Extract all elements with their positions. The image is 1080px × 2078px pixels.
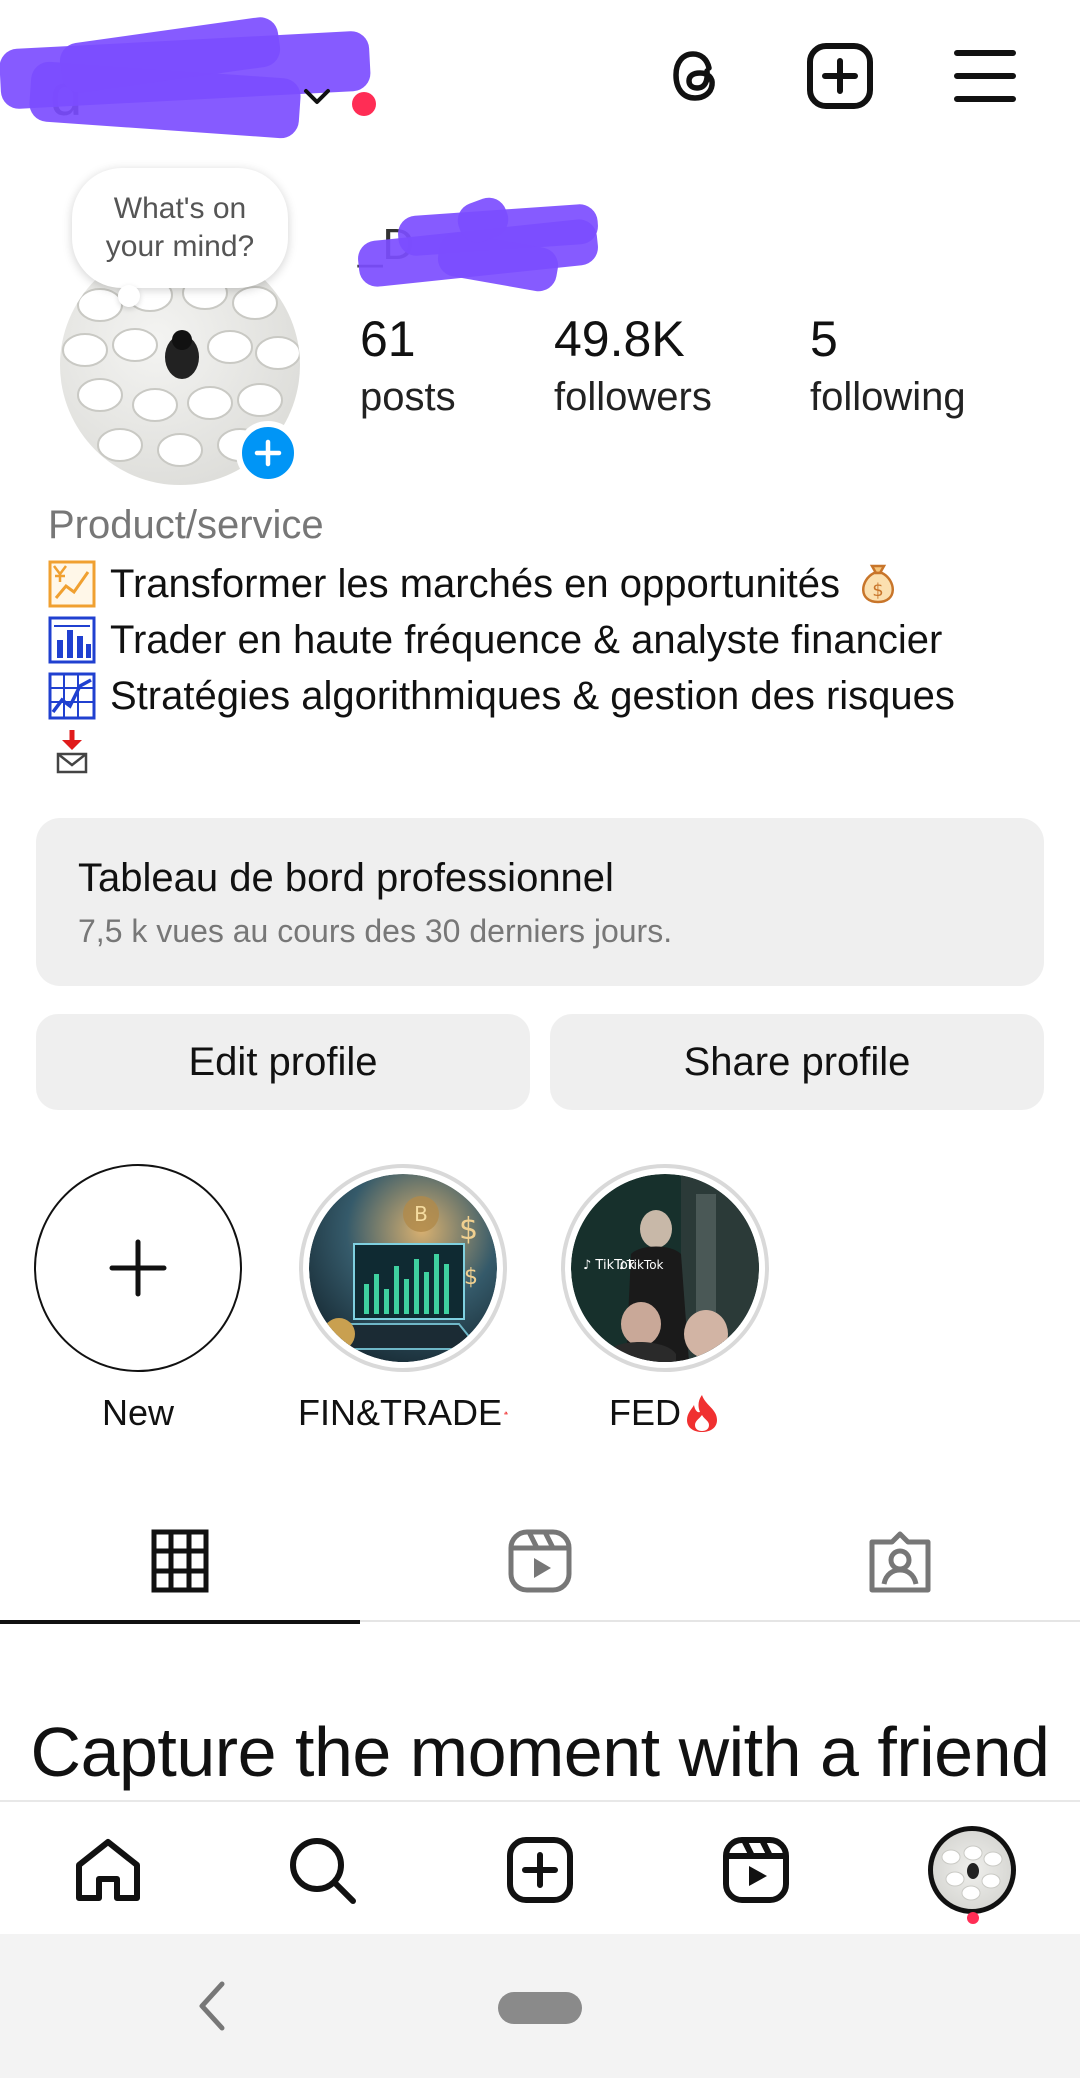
stat-followers[interactable]: 49.8K followers	[554, 310, 712, 422]
note-text: What's on your mind?	[105, 192, 255, 263]
back-icon[interactable]	[192, 1978, 232, 2034]
nav-reels[interactable]	[706, 1820, 806, 1920]
grid-icon	[151, 1529, 209, 1593]
create-icon	[507, 1837, 573, 1903]
followers-label: followers	[554, 375, 712, 419]
chevron-down-icon[interactable]	[300, 80, 334, 114]
highlight-new[interactable]: New	[33, 1164, 243, 1434]
home-icon	[76, 1839, 140, 1901]
nav-create[interactable]	[490, 1820, 590, 1920]
bottom-navigation	[0, 1800, 1080, 1934]
fire-icon	[687, 1395, 717, 1432]
highlight-label-fin-trade: FIN&TRADE	[298, 1392, 508, 1434]
nav-profile[interactable]	[922, 1820, 1022, 1920]
highlight-label-text: New	[101, 1392, 175, 1433]
notification-dot	[967, 1912, 979, 1924]
svg-text:♪TikTok: ♪TikTok	[619, 1258, 664, 1272]
reels-icon	[508, 1529, 572, 1593]
following-label: following	[810, 375, 966, 419]
top-bar: d	[0, 0, 1080, 150]
professional-dashboard-card[interactable]: Tableau de bord professionnel 7,5 k vues…	[36, 818, 1044, 986]
tab-reels[interactable]	[360, 1500, 720, 1622]
edit-profile-button[interactable]: Edit profile	[36, 1014, 530, 1110]
nav-search[interactable]	[272, 1820, 372, 1920]
posts-count: 61	[360, 311, 416, 367]
profile-category: Product/service	[48, 503, 324, 547]
menu-icon[interactable]	[945, 36, 1025, 116]
note-tail	[118, 285, 140, 307]
stat-posts[interactable]: 61 posts	[360, 310, 456, 422]
highlight-label-fed: FED	[560, 1392, 770, 1434]
bar-chart-icon	[48, 616, 96, 664]
highlight-label-text: FED	[609, 1392, 681, 1433]
svg-text:$: $	[464, 1265, 478, 1290]
notification-dot	[352, 92, 376, 116]
bio-text-3: Stratégies algorithmiques & gestion des …	[110, 673, 955, 718]
nav-home[interactable]	[58, 1820, 158, 1920]
add-story-button[interactable]	[236, 421, 300, 485]
share-profile-button[interactable]: Share profile	[550, 1014, 1044, 1110]
system-navigation-bar	[0, 1934, 1080, 2078]
tagged-icon	[869, 1531, 931, 1593]
bio-line-3: Stratégies algorithmiques & gestion des …	[48, 672, 955, 720]
note-bubble[interactable]: What's on your mind?	[72, 168, 288, 288]
dashboard-title: Tableau de bord professionnel	[78, 856, 614, 900]
empty-state-headline: Capture the moment with a friend	[30, 1713, 1050, 1791]
bio-line-1: Transformer les marchés en opportunités …	[48, 560, 902, 608]
plus-icon	[254, 439, 282, 467]
display-name: _D	[356, 192, 618, 300]
svg-text:B: B	[414, 1202, 428, 1226]
highlight-fin-trade[interactable]: B $ $ FIN&TRADE	[298, 1164, 508, 1434]
svg-text:$: $	[872, 580, 883, 601]
create-plus-icon[interactable]	[800, 36, 880, 116]
highlight-cover: B $ $	[299, 1164, 507, 1372]
dashboard-subtitle: 7,5 k vues au cours des 30 derniers jour…	[78, 913, 673, 949]
highlight-label-text: FIN&TRADE	[298, 1392, 503, 1433]
line-chart-icon	[48, 672, 96, 720]
inbox-download-icon	[56, 730, 88, 774]
bio-line-2: Trader en haute fréquence & analyste fin…	[48, 616, 942, 664]
active-tab-indicator	[0, 1620, 360, 1624]
threads-icon[interactable]	[655, 36, 735, 116]
highlight-fed[interactable]: ♪ TikTok ♪TikTok FED	[560, 1164, 770, 1434]
tab-tagged[interactable]	[720, 1500, 1080, 1622]
money-bag-icon: $	[861, 564, 894, 604]
new-highlight-circle	[34, 1164, 242, 1372]
bio-text-1: Transformer les marchés en opportunités	[110, 561, 840, 606]
highlight-cover: ♪ TikTok ♪TikTok	[561, 1164, 769, 1372]
search-icon	[290, 1838, 356, 1904]
svg-text:$: $	[459, 1212, 478, 1247]
tab-grid[interactable]	[0, 1500, 360, 1624]
posts-label: posts	[360, 375, 456, 419]
bio-text-2: Trader en haute fréquence & analyste fin…	[110, 617, 943, 662]
chart-yen-icon	[48, 560, 96, 608]
fire-icon	[504, 1411, 508, 1415]
plus-icon	[109, 1239, 167, 1297]
following-count: 5	[810, 311, 838, 367]
bio-line-4	[48, 728, 96, 776]
stat-following[interactable]: 5 following	[810, 310, 966, 422]
followers-count: 49.8K	[554, 311, 685, 367]
profile-avatar	[928, 1826, 1016, 1914]
highlight-label-new: New	[33, 1392, 243, 1434]
account-switcher[interactable]: d	[0, 14, 380, 140]
profile-tabs	[0, 1500, 1080, 1624]
home-pill[interactable]	[498, 1992, 582, 2024]
reels-icon	[723, 1837, 789, 1903]
